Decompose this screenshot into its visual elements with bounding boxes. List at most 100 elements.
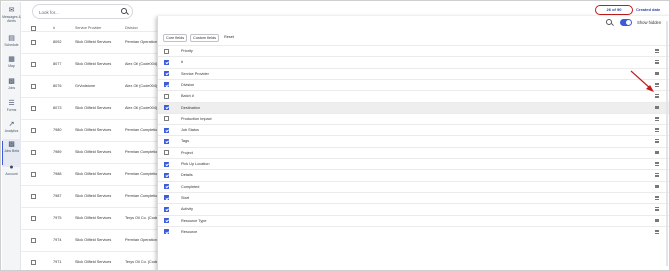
row-checkbox[interactable] — [31, 238, 36, 243]
field-checkbox[interactable] — [164, 195, 169, 201]
drag-handle-icon[interactable] — [655, 195, 659, 200]
field-checkbox[interactable] — [164, 48, 169, 54]
row-checkbox[interactable] — [31, 62, 36, 67]
field-row[interactable]: Resource Type — [158, 214, 669, 226]
table-row[interactable]: 8076 GrVodstone Alex Oil (Code004) — [21, 75, 161, 97]
field-row[interactable]: Tags — [158, 135, 669, 146]
row-checkbox[interactable] — [31, 172, 36, 177]
field-checkbox[interactable] — [164, 150, 169, 156]
field-checkbox[interactable] — [164, 229, 169, 235]
drag-handle-icon[interactable] — [655, 60, 659, 64]
table-row[interactable]: 8073 Slick Oilfield Services Alex Oil (Cod… — [21, 97, 161, 119]
table-row[interactable]: 7975 Slick Oilfield Services Terys Oil Co.… — [21, 207, 161, 229]
field-checkbox[interactable] — [164, 218, 169, 223]
forms-icon: ☰ — [8, 100, 15, 107]
sidebar-item-label: Messages & Alerts — [2, 15, 21, 23]
drag-handle-icon[interactable] — [655, 173, 659, 177]
jobs-beta-icon: ▩ — [8, 141, 15, 148]
table-row[interactable]: 7989 Slick Oilfield Services Permian Compl… — [21, 141, 161, 163]
field-row[interactable]: Pick Up Location — [158, 158, 669, 169]
cell-number: 7987 — [53, 194, 62, 198]
drag-handle-icon[interactable] — [655, 207, 659, 211]
field-row[interactable]: Priority — [158, 45, 669, 56]
row-checkbox[interactable] — [31, 150, 36, 155]
field-row[interactable]: Activity — [158, 203, 669, 214]
field-checkbox[interactable] — [164, 161, 169, 167]
drag-handle-icon[interactable] — [655, 229, 659, 234]
search-icon[interactable] — [606, 19, 612, 25]
cell-provider: Slick Oilfield Services — [75, 194, 112, 198]
field-row[interactable]: Destination — [158, 101, 669, 113]
table-row[interactable]: 8092 Slick Oilfield Services Permian Opera… — [21, 31, 161, 53]
cell-provider: Slick Oilfield Services — [75, 150, 112, 154]
search-input[interactable] — [39, 8, 119, 16]
field-row[interactable]: Division — [158, 78, 669, 90]
row-checkbox[interactable] — [31, 260, 36, 265]
field-checkbox[interactable] — [164, 206, 169, 212]
field-row[interactable]: Job Status — [158, 124, 669, 135]
show-hidden-toggle[interactable] — [620, 19, 632, 26]
cell-division: Terys Oil Co. (Code001) — [125, 260, 159, 264]
row-checkbox[interactable] — [31, 128, 36, 133]
drag-handle-icon[interactable] — [655, 128, 659, 132]
drag-handle-icon[interactable] — [655, 139, 659, 143]
field-label: Project — [181, 150, 193, 155]
field-checkbox[interactable] — [164, 59, 169, 65]
drag-handle-icon[interactable] — [655, 184, 659, 189]
column-header-number[interactable]: # — [53, 26, 55, 30]
field-row[interactable]: Production Impact — [158, 112, 669, 124]
table-row[interactable]: 7988 Slick Oilfield Services Permian Compl… — [21, 163, 161, 185]
created-date-sort[interactable]: Created date — [636, 7, 660, 12]
tab-core-fields[interactable]: Core fields — [163, 34, 188, 42]
field-checkbox[interactable] — [164, 71, 169, 77]
row-checkbox[interactable] — [31, 216, 36, 221]
cell-number: 8076 — [53, 84, 62, 88]
field-row[interactable]: # — [158, 56, 669, 67]
drag-handle-icon[interactable] — [655, 150, 659, 155]
column-chooser-panel: Show hidden Core fields Custom fields Re… — [157, 16, 669, 270]
field-checkbox[interactable] — [164, 138, 169, 144]
row-checkbox[interactable] — [31, 84, 36, 89]
panel-scrollbar[interactable] — [666, 21, 668, 266]
column-header-division[interactable]: Division — [125, 26, 138, 30]
job-count-badge[interactable]: 26 of 90 — [595, 5, 633, 15]
field-label: Tags — [181, 139, 190, 144]
drag-handle-icon[interactable] — [655, 218, 659, 223]
table-row[interactable]: 7974 Slick Oilfield Services Permian Opera… — [21, 229, 161, 251]
table-row[interactable]: 8077 Slick Oilfield Services Alex Oil (Cod… — [21, 53, 161, 75]
search-icon[interactable] — [121, 8, 127, 14]
field-checkbox[interactable] — [164, 105, 169, 110]
row-checkbox[interactable] — [31, 40, 36, 45]
field-checkbox[interactable] — [164, 127, 169, 133]
field-checkbox[interactable] — [164, 116, 169, 122]
row-checkbox[interactable] — [31, 106, 36, 111]
field-row[interactable]: Service Provider — [158, 67, 669, 79]
column-header-provider[interactable]: Service Provider — [75, 26, 101, 30]
sidebar-item-label: Jobs Beta — [3, 149, 20, 153]
table-row[interactable]: 7987 Slick Oilfield Services Permian Compl… — [21, 185, 161, 207]
field-row[interactable]: Details — [158, 169, 669, 180]
drag-handle-icon[interactable] — [655, 162, 659, 166]
field-checkbox[interactable] — [164, 82, 169, 88]
field-label: Production Impact — [181, 116, 212, 121]
field-row[interactable]: Resource — [158, 225, 669, 237]
sidebar-item-account[interactable]: ● Account — [2, 162, 21, 190]
cell-provider: Slick Oilfield Services — [75, 216, 112, 220]
field-row[interactable]: Start — [158, 191, 669, 203]
reset-button[interactable]: Reset — [222, 34, 236, 42]
drag-handle-icon[interactable] — [655, 116, 659, 121]
cell-provider: Slick Oilfield Services — [75, 106, 112, 110]
field-checkbox[interactable] — [164, 93, 169, 99]
table-row[interactable]: 7980 Slick Oilfield Services Permian Compl… — [21, 119, 161, 141]
tab-custom-fields[interactable]: Custom fields — [190, 34, 220, 42]
field-row[interactable]: Project — [158, 146, 669, 158]
drag-handle-icon[interactable] — [655, 49, 659, 53]
field-checkbox[interactable] — [164, 184, 169, 190]
cell-provider: GrVodstone — [75, 84, 96, 88]
row-checkbox[interactable] — [31, 194, 36, 199]
field-checkbox[interactable] — [164, 172, 169, 178]
field-row[interactable]: Completed — [158, 180, 669, 192]
sidebar-item-messages[interactable]: ✉ Messages & Alerts — [2, 5, 21, 33]
field-row[interactable]: Batch # — [158, 90, 669, 101]
table-row[interactable]: 7971 Slick Oilfield Services Terys Oil Co.… — [21, 251, 161, 270]
